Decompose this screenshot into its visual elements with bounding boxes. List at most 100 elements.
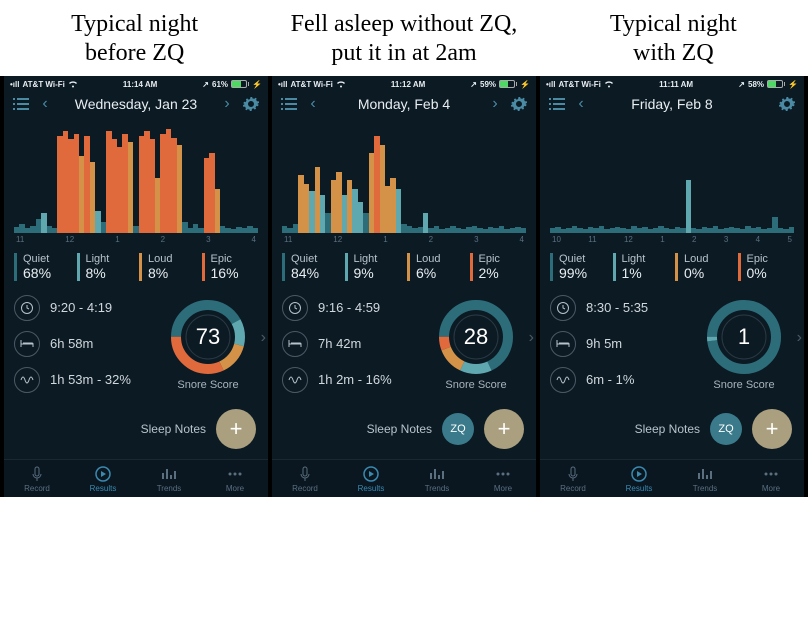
charge-icon: ⚡	[252, 80, 262, 89]
bed-icon	[550, 331, 576, 357]
snore-chart[interactable]: 10111212345	[540, 119, 804, 249]
svg-text:73: 73	[196, 324, 220, 349]
tab-record[interactable]: Record	[4, 460, 70, 497]
battery-pct: 58%	[748, 80, 764, 89]
next-day-button[interactable]: ›	[486, 95, 504, 113]
battery-pct: 59%	[480, 80, 496, 89]
status-bar: •ıll AT&T Wi-Fi 11:12 AM ↗ 59% ⚡	[272, 76, 536, 91]
add-note-button[interactable]: +	[752, 409, 792, 449]
list-icon[interactable]	[548, 95, 566, 113]
legend-light: Light9%	[345, 253, 402, 281]
chevron-right-icon[interactable]: ›	[529, 329, 534, 347]
legend-epic: Epic0%	[738, 253, 795, 281]
svg-text:28: 28	[464, 324, 488, 349]
duration: 7h 42m	[318, 336, 361, 351]
legend-quiet: Quiet84%	[282, 253, 339, 281]
phones-row: •ıll AT&T Wi-Fi 11:14 AM ↗ 61% ⚡ ‹ Wedne…	[0, 76, 808, 497]
list-icon[interactable]	[280, 95, 298, 113]
snore-score[interactable]: 1 Snore Score ›	[694, 297, 794, 391]
prev-day-button[interactable]: ‹	[572, 95, 590, 113]
status-bar: •ıll AT&T Wi-Fi 11:14 AM ↗ 61% ⚡	[4, 76, 268, 91]
score-label: Snore Score	[694, 379, 794, 391]
duration: 9h 5m	[586, 336, 622, 351]
chevron-right-icon[interactable]: ›	[261, 329, 266, 347]
add-note-button[interactable]: +	[484, 409, 524, 449]
add-note-button[interactable]: +	[216, 409, 256, 449]
location-icon: ↗	[738, 80, 745, 89]
sleep-notes-label: Sleep Notes	[635, 422, 700, 436]
snore-score[interactable]: 73 Snore Score ›	[158, 297, 258, 391]
nav-bar: ‹ Wednesday, Jan 23 ›	[4, 91, 268, 119]
prev-day-button[interactable]: ‹	[36, 95, 54, 113]
signal-icon: •ıll	[10, 80, 19, 89]
nav-bar: ‹ Friday, Feb 8	[540, 91, 804, 119]
snore-row: 1h 53m - 32%	[14, 367, 150, 393]
location-icon: ↗	[470, 80, 477, 89]
snore-chart[interactable]: 11121234	[272, 119, 536, 249]
wave-icon	[550, 367, 576, 393]
charge-icon: ⚡	[788, 80, 798, 89]
tab-trends[interactable]: Trends	[136, 460, 202, 497]
legend: Quiet99% Light1% Loud0% Epic0%	[540, 249, 804, 289]
prev-day-button[interactable]: ‹	[304, 95, 322, 113]
list-icon[interactable]	[12, 95, 30, 113]
snore-row: 6m - 1%	[550, 367, 686, 393]
snore-row: 1h 2m - 16%	[282, 367, 418, 393]
tab-trends[interactable]: Trends	[672, 460, 738, 497]
carrier-label: AT&T Wi-Fi	[290, 80, 332, 89]
duration-row: 6h 58m	[14, 331, 150, 357]
tab-record[interactable]: Record	[272, 460, 338, 497]
tab-trends[interactable]: Trends	[404, 460, 470, 497]
carrier-label: AT&T Wi-Fi	[22, 80, 64, 89]
sleep-notes-label: Sleep Notes	[367, 422, 432, 436]
snore-stat: 1h 53m - 32%	[50, 372, 131, 387]
time-range: 9:20 - 4:19	[50, 300, 112, 315]
stats-block: 9:16 - 4:59 7h 42m 1h 2m - 16% 28 Snore …	[272, 289, 536, 399]
caption-2: Fell asleep without ZQ,put it in at 2am	[269, 0, 538, 76]
battery-icon	[231, 80, 249, 88]
chart-axis: 11121234	[12, 233, 260, 248]
wave-icon	[14, 367, 40, 393]
settings-icon[interactable]	[778, 95, 796, 113]
tab-more[interactable]: More	[738, 460, 804, 497]
caption-3: Typical nightwith ZQ	[539, 0, 808, 76]
tab-results[interactable]: Results	[70, 460, 136, 497]
bed-icon	[14, 331, 40, 357]
stats-block: 8:30 - 5:35 9h 5m 6m - 1% 1 Snore Score …	[540, 289, 804, 399]
snore-chart[interactable]: 11121234	[4, 119, 268, 249]
stats-block: 9:20 - 4:19 6h 58m 1h 53m - 32% 73 Snore…	[4, 289, 268, 399]
phone-3: •ıll AT&T Wi-Fi 11:11 AM ↗ 58% ⚡ ‹ Frida…	[540, 76, 804, 497]
wifi-icon	[336, 80, 346, 88]
tab-record[interactable]: Record	[540, 460, 606, 497]
chart-axis: 11121234	[280, 233, 528, 248]
chart-axis: 10111212345	[548, 233, 796, 248]
next-day-button[interactable]: ›	[218, 95, 236, 113]
legend-loud: Loud6%	[407, 253, 464, 281]
signal-icon: •ıll	[546, 80, 555, 89]
tab-more[interactable]: More	[470, 460, 536, 497]
sleep-notes-label: Sleep Notes	[141, 422, 206, 436]
tab-bar: Record Results Trends More	[272, 459, 536, 497]
clock-icon	[550, 295, 576, 321]
svg-text:1: 1	[738, 324, 750, 349]
legend: Quiet84% Light9% Loud6% Epic2%	[272, 249, 536, 289]
clock: 11:11 AM	[659, 80, 693, 89]
time-range-row: 8:30 - 5:35	[550, 295, 686, 321]
duration-row: 7h 42m	[282, 331, 418, 357]
clock: 11:14 AM	[123, 80, 157, 89]
settings-icon[interactable]	[242, 95, 260, 113]
battery-icon	[499, 80, 517, 88]
phone-1: •ıll AT&T Wi-Fi 11:14 AM ↗ 61% ⚡ ‹ Wedne…	[4, 76, 268, 497]
zq-badge[interactable]: ZQ	[442, 413, 474, 445]
chevron-right-icon[interactable]: ›	[797, 329, 802, 347]
tab-bar: Record Results Trends More	[4, 459, 268, 497]
legend-loud: Loud0%	[675, 253, 732, 281]
tab-results[interactable]: Results	[606, 460, 672, 497]
tab-results[interactable]: Results	[338, 460, 404, 497]
tab-more[interactable]: More	[202, 460, 268, 497]
settings-icon[interactable]	[510, 95, 528, 113]
zq-badge[interactable]: ZQ	[710, 413, 742, 445]
time-range: 8:30 - 5:35	[586, 300, 648, 315]
snore-score[interactable]: 28 Snore Score ›	[426, 297, 526, 391]
legend-quiet: Quiet99%	[550, 253, 607, 281]
